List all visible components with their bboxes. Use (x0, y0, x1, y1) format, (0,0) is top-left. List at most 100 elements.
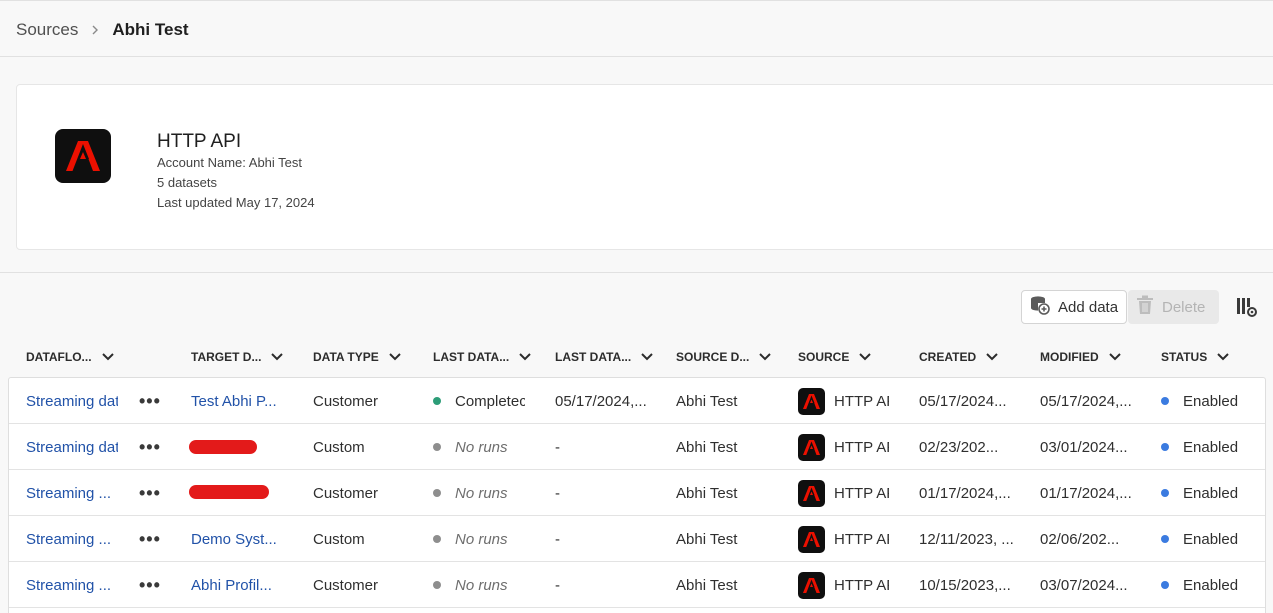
dataflow-name-link[interactable]: Streaming dat (26, 378, 118, 424)
source-dataset: Abhi Test (676, 530, 738, 548)
chevron-right-icon (90, 25, 100, 35)
more-actions-icon[interactable]: ••• (139, 562, 163, 608)
column-header-last-run-date[interactable]: LAST DATA... (555, 350, 653, 364)
source-name: HTTP AF (834, 576, 889, 594)
dataflows-table: Streaming dat ••• Test Abhi P... Custome… (8, 377, 1266, 613)
more-actions-icon[interactable]: ••• (139, 424, 163, 470)
last-run-status: No runs (433, 470, 525, 516)
column-header-status[interactable]: STATUS (1161, 350, 1229, 364)
status: Enabled (1161, 378, 1261, 424)
dataflow-name-link[interactable]: Streaming ... (26, 562, 118, 608)
status-dot (1161, 535, 1169, 543)
header-divider (0, 56, 1273, 57)
source-name: HTTP AF (834, 484, 889, 502)
table-row[interactable]: Streaming ... ••• Demo Syst... Custom No… (9, 516, 1265, 562)
source-dataset: Abhi Test (676, 392, 738, 410)
source-cell: HTTP AF (798, 516, 889, 562)
source-dataset: Abhi Test (676, 438, 738, 456)
column-header-source[interactable]: SOURCE (798, 350, 872, 364)
chevron-down-icon (986, 353, 998, 361)
adobe-logo-icon (798, 387, 825, 415)
column-header-source-dataset[interactable]: SOURCE D... (676, 350, 772, 364)
source-name: HTTP AF (834, 530, 889, 548)
last-run-date: - (555, 484, 560, 502)
status: Enabled (1161, 516, 1261, 562)
dataflow-name-link[interactable]: Streaming ... (26, 470, 118, 516)
table-row[interactable]: Streaming ... ••• Customer No runs - Abh… (9, 470, 1265, 516)
data-type: Customer (313, 576, 379, 594)
column-header-dataflow[interactable]: DATAFLO... (26, 350, 114, 364)
chevron-down-icon (1108, 353, 1121, 361)
source-cell: HTTP AF (798, 424, 889, 470)
table-row[interactable]: Streaming dat ••• Test Abhi P... Custome… (9, 378, 1265, 424)
column-header-label: LAST DATA... (433, 350, 510, 364)
column-header-label: STATUS (1161, 350, 1208, 364)
source-dataset: Abhi Test (676, 576, 738, 594)
last-run-status-text: No runs (455, 484, 508, 502)
column-header-target[interactable]: TARGET D... (191, 350, 284, 364)
dataflow-name-link[interactable]: Streaming dat (26, 424, 118, 470)
column-header-label: DATAFLO... (26, 350, 92, 364)
last-run-status-text: Completec (455, 392, 525, 410)
add-data-button[interactable]: Add data (1021, 290, 1127, 324)
dataflow-name-link[interactable]: Streaming ... (26, 516, 118, 562)
last-run-status: No runs (433, 562, 525, 608)
modified-date: 01/17/2024,... (1040, 484, 1132, 502)
more-actions-icon[interactable]: ••• (139, 470, 163, 516)
modified-date: 02/06/202... (1040, 530, 1120, 548)
breadcrumb: Sources Abhi Test (16, 18, 189, 42)
account-name: Account Name: Abhi Test (157, 155, 303, 170)
adobe-logo-icon (798, 525, 825, 553)
last-run-status: Completec (433, 378, 525, 424)
column-header-data-type[interactable]: DATA TYPE (313, 350, 401, 364)
column-header-created[interactable]: CREATED (919, 350, 998, 364)
created-date: 05/17/2024... (919, 392, 1007, 410)
source-dataset: Abhi Test (676, 484, 738, 502)
column-header-label: MODIFIED (1040, 350, 1099, 364)
adobe-logo-icon (798, 479, 825, 507)
status-dot (1161, 443, 1169, 451)
chevron-down-icon (859, 353, 872, 361)
table-row[interactable]: Streaming ... ••• Abhi Profil... Custome… (9, 562, 1265, 608)
status-dot (1161, 489, 1169, 497)
created-date: 12/11/2023, ... (919, 530, 1014, 548)
target-dataset-link[interactable]: Abhi Profil... (191, 562, 279, 608)
column-header-label: SOURCE D... (676, 350, 750, 364)
table-row[interactable]: Streaming dat ••• Custom No runs - Abhi … (9, 424, 1265, 470)
column-header-label: DATA TYPE (313, 350, 379, 364)
account-title: HTTP API (157, 131, 242, 152)
breadcrumb-sources-link[interactable]: Sources (16, 20, 78, 40)
last-run-status: No runs (433, 424, 525, 470)
target-dataset-link[interactable]: Demo Syst... (191, 516, 279, 562)
chevron-down-icon (389, 353, 401, 361)
source-cell: HTTP AF (798, 562, 889, 608)
data-type: Custom (313, 530, 365, 548)
more-actions-icon[interactable]: ••• (139, 516, 163, 562)
modified-date: 05/17/2024,... (1040, 392, 1132, 410)
trash-icon (1136, 295, 1154, 319)
top-border (0, 0, 1273, 1)
chevron-down-icon (271, 353, 284, 361)
chevron-down-icon (759, 353, 772, 361)
created-date: 01/17/2024,... (919, 484, 1011, 502)
last-updated: Last updated May 17, 2024 (157, 195, 315, 210)
last-run-status-text: No runs (455, 576, 508, 594)
target-dataset-link[interactable]: Test Abhi P... (191, 378, 279, 424)
column-settings-icon[interactable] (1236, 296, 1258, 318)
column-header-label: TARGET D... (191, 350, 262, 364)
data-type: Customer (313, 392, 379, 410)
modified-date: 03/01/2024... (1040, 438, 1128, 456)
created-date: 10/15/2023,... (919, 576, 1011, 594)
status-dot (433, 489, 441, 497)
status-dot (1161, 397, 1169, 405)
more-actions-icon[interactable]: ••• (139, 378, 163, 424)
adobe-logo-icon (55, 129, 111, 183)
status-dot (1161, 581, 1169, 589)
chevron-down-icon (641, 353, 653, 361)
source-name: HTTP AF (834, 438, 889, 456)
status-dot (433, 535, 441, 543)
column-header-modified[interactable]: MODIFIED (1040, 350, 1121, 364)
delete-button[interactable]: Delete (1128, 290, 1219, 324)
status-badge: Enabled (1183, 530, 1239, 548)
column-header-last-run-status[interactable]: LAST DATA... (433, 350, 531, 364)
